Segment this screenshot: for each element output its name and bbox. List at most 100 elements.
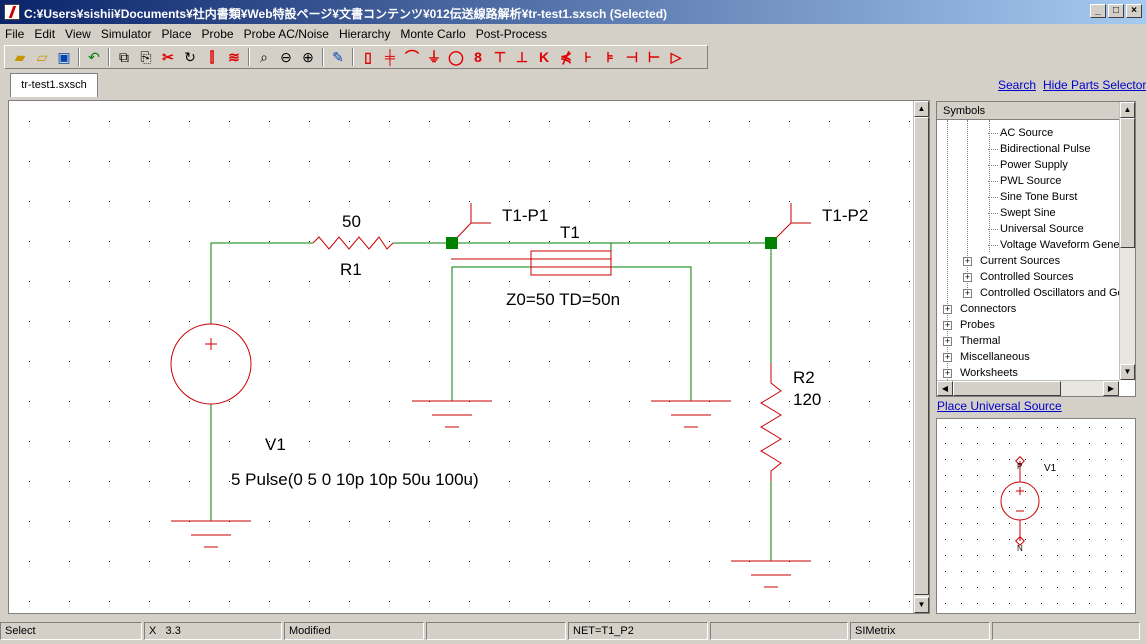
tree-group-connectors[interactable]: Connectors [960, 301, 1016, 317]
menu-probe-ac-noise[interactable]: Probe AC/Noise [239, 25, 334, 43]
zoom-fit-icon[interactable]: ⌕ [253, 47, 275, 67]
menu-probe[interactable]: Probe [197, 25, 239, 43]
tree-group-miscellaneous[interactable]: Miscellaneous [960, 349, 1030, 365]
r1-name-label[interactable]: R1 [340, 260, 362, 279]
capacitor-icon[interactable]: ╪ [379, 47, 401, 67]
menu-file[interactable]: File [0, 25, 29, 43]
zoom-out-icon[interactable]: ⊖ [275, 47, 297, 67]
search-link[interactable]: Search [998, 78, 1036, 92]
tree-leaf-sine-tone-burst[interactable]: Sine Tone Burst [987, 189, 1077, 205]
tree-group-controlled-sources[interactable]: Controlled Sources [980, 269, 1074, 285]
r2-name-label[interactable]: R2 [793, 368, 815, 387]
symbols-scroll-left-button[interactable]: ◀ [937, 381, 953, 396]
menu-post-process[interactable]: Post-Process [471, 25, 552, 43]
zener-icon[interactable]: ⊧ [599, 47, 621, 67]
undo-icon[interactable]: ↶ [83, 47, 105, 67]
symbols-hscroll-thumb[interactable] [953, 381, 1061, 396]
close-button[interactable]: × [1126, 4, 1142, 18]
opamp-icon[interactable]: ▷ [665, 47, 687, 67]
tree-group-controlled-oscillators[interactable]: Controlled Oscillators and Gen [980, 285, 1130, 301]
tree-leaf-universal-source[interactable]: Universal Source [988, 221, 1084, 237]
junction-node-1[interactable] [446, 237, 458, 249]
scroll-thumb[interactable] [914, 117, 929, 595]
preview-name-label: V1 [1044, 463, 1057, 474]
copy-icon[interactable]: ⧉ [113, 47, 135, 67]
expand-worksheets-icon[interactable]: + [943, 369, 952, 378]
menu-simulator[interactable]: Simulator [96, 25, 157, 43]
tree-leaf-swept-sine[interactable]: Swept Sine [988, 205, 1056, 221]
schematic-drawing[interactable]: 50 R1 T1-P1 T1 Z0=50 TD=50n T1-P2 R2 120… [9, 101, 913, 613]
junction-node-2[interactable] [765, 237, 777, 249]
v1-name-label[interactable]: V1 [265, 435, 286, 454]
simetrix-app-icon[interactable] [4, 4, 20, 20]
place-universal-source-link[interactable]: Place Universal Source [937, 399, 1062, 413]
diode-icon[interactable]: ⊦ [577, 47, 599, 67]
tree-group-thermal[interactable]: Thermal [960, 333, 1000, 349]
menu-place[interactable]: Place [157, 25, 197, 43]
inductor-icon[interactable]: ⌒ [401, 47, 423, 67]
current-source-icon[interactable]: 8 [467, 47, 489, 67]
terminal-icon[interactable]: ⊢ [643, 47, 665, 67]
symbols-vertical-scrollbar[interactable]: ▲ ▼ [1119, 102, 1135, 380]
r2-value-label[interactable]: 120 [793, 390, 821, 409]
resistor-icon[interactable]: ▯ [357, 47, 379, 67]
menu-edit[interactable]: Edit [29, 25, 60, 43]
probe1-label[interactable]: T1-P1 [502, 206, 548, 225]
probe2-label[interactable]: T1-P2 [822, 206, 868, 225]
expand-controlled-oscillators-icon[interactable]: + [963, 289, 972, 298]
tree-group-probes[interactable]: Probes [960, 317, 995, 333]
tree-group-worksheets[interactable]: Worksheets [960, 365, 1018, 381]
pnp-icon[interactable]: ⊥ [511, 47, 533, 67]
v1-value-label[interactable]: 5 Pulse(0 5 0 10p 10p 50u 100u) [231, 470, 479, 489]
cut-icon[interactable]: ✂ [157, 47, 179, 67]
symbols-scroll-down-button[interactable]: ▼ [1120, 364, 1135, 380]
hide-parts-selector-link[interactable]: Hide Parts Selector [1043, 78, 1146, 92]
maximize-button[interactable]: □ [1108, 4, 1124, 18]
expand-controlled-sources-icon[interactable]: + [963, 273, 972, 282]
minimize-button[interactable]: _ [1090, 4, 1106, 18]
tree-leaf-voltage-waveform-generator[interactable]: Voltage Waveform Gener [987, 237, 1123, 253]
expand-current-sources-icon[interactable]: + [963, 257, 972, 266]
toolbar-separator [248, 48, 250, 66]
symbols-scroll-thumb[interactable] [1120, 118, 1135, 248]
menu-view[interactable]: View [60, 25, 96, 43]
symbols-scroll-right-button[interactable]: ▶ [1103, 381, 1119, 396]
ground-icon[interactable]: ⏚ [423, 47, 445, 67]
menu-hierarchy[interactable]: Hierarchy [334, 25, 395, 43]
paste-icon[interactable]: ⎘ [135, 47, 157, 67]
open-folder-icon[interactable]: ▰ [9, 47, 31, 67]
t1-name-label[interactable]: T1 [560, 223, 580, 242]
pencil-wire-icon[interactable]: ✎ [327, 47, 349, 67]
probe-icon[interactable]: ⊣ [621, 47, 643, 67]
npn-icon[interactable]: ⊤ [489, 47, 511, 67]
scroll-down-button[interactable]: ▼ [914, 597, 929, 613]
tree-leaf-ac-source[interactable]: AC Source [987, 125, 1053, 141]
tree-leaf-pwl-source[interactable]: PWL Source [987, 173, 1061, 189]
t1-params-label[interactable]: Z0=50 TD=50n [506, 290, 620, 309]
symbols-scroll-up-button[interactable]: ▲ [1120, 102, 1135, 118]
menu-monte-carlo[interactable]: Monte Carlo [395, 25, 470, 43]
expand-probes-icon[interactable]: + [943, 321, 952, 330]
tree-leaf-power-supply[interactable]: Power Supply [988, 157, 1068, 173]
tree-group-current-sources[interactable]: Current Sources [980, 253, 1060, 269]
save-icon[interactable]: ▣ [53, 47, 75, 67]
scroll-up-button[interactable]: ▲ [914, 101, 929, 117]
pmos-icon[interactable]: ⋠ [555, 47, 577, 67]
nmos-icon[interactable]: K [533, 47, 555, 67]
r1-value-label[interactable]: 50 [342, 212, 361, 231]
symbols-horizontal-scrollbar[interactable]: ◀ ▶ [937, 380, 1119, 396]
mirror-icon[interactable]: ⫿ [201, 47, 223, 67]
voltage-source-icon[interactable]: ◯ [445, 47, 467, 67]
flip-icon[interactable]: ≋ [223, 47, 245, 67]
open-recent-icon[interactable]: ▱ [31, 47, 53, 67]
canvas-vertical-scrollbar[interactable]: ▲ ▼ [913, 101, 929, 613]
zoom-in-icon[interactable]: ⊕ [297, 47, 319, 67]
tab-tr-test1[interactable]: tr-test1.sxsch [10, 73, 98, 97]
schematic-canvas[interactable]: 50 R1 T1-P1 T1 Z0=50 TD=50n T1-P2 R2 120… [8, 100, 930, 614]
symbols-tree-panel[interactable]: Symbols AC Source Bidirectional Pulse Po… [936, 101, 1136, 397]
tree-leaf-bidirectional-pulse[interactable]: Bidirectional Pulse [988, 141, 1091, 157]
expand-connectors-icon[interactable]: + [943, 305, 952, 314]
rotate-icon[interactable]: ↻ [179, 47, 201, 67]
expand-miscellaneous-icon[interactable]: + [943, 353, 952, 362]
expand-thermal-icon[interactable]: + [943, 337, 952, 346]
